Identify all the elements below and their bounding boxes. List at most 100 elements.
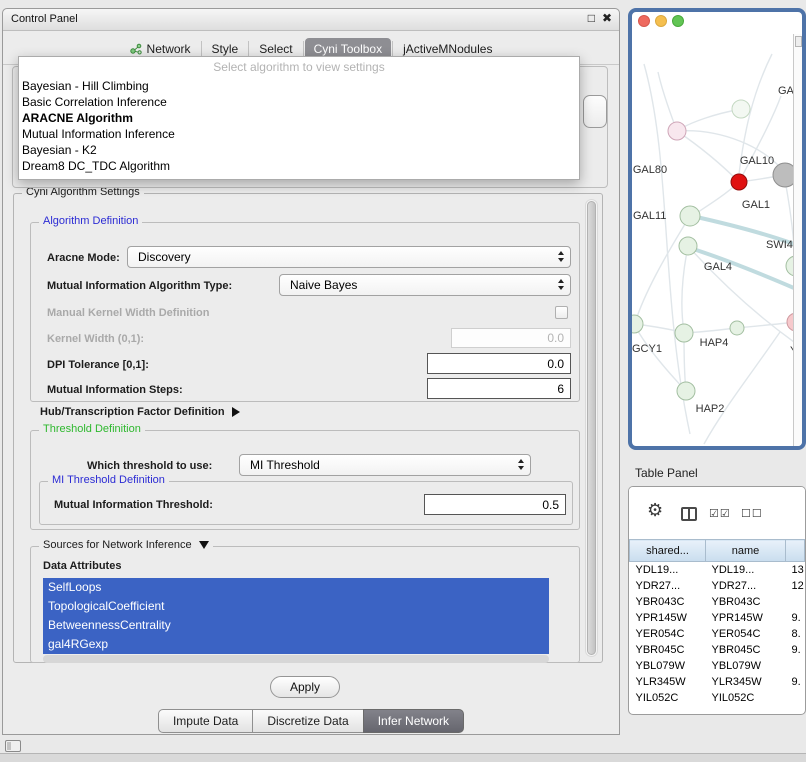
aracne-mode-select[interactable]: Discovery [127,246,571,268]
node-hap4[interactable] [675,324,693,342]
table-cell: YBR043C [630,594,706,610]
network-canvas[interactable]: GALGAL80GAL10GAL1GAL11SWI4GAL4GCY1HAP4HA… [632,34,794,448]
node-gal10[interactable] [731,174,747,190]
table-row[interactable]: YPR145WYPR145W9. [630,610,805,626]
table-cell: YIL052C [706,690,786,706]
float-window-icon[interactable]: □ [588,11,595,25]
gear-icon[interactable]: ⚙ [647,500,663,521]
close-traffic-light-icon[interactable] [638,15,650,27]
table-row[interactable]: YBR045CYBR045C9. [630,642,805,658]
close-icon[interactable]: ✖ [602,11,612,25]
node-pale-top[interactable] [732,100,750,118]
show-panel-icon[interactable] [5,740,21,752]
aracne-mode-label: Aracne Mode: [47,252,120,264]
mi-steps-field[interactable] [427,378,571,399]
data-attribute-item[interactable]: SelfLoops [43,578,549,597]
table-cell: YBL079W [706,658,786,674]
sources-title-label: Sources for Network Inference [43,539,192,551]
minimize-traffic-light-icon[interactable] [655,15,667,27]
sources-section-toggle[interactable]: Sources for Network Inference [39,539,213,551]
node-label-gcy1: GCY1 [632,343,662,355]
node-gal11[interactable] [680,206,700,226]
table-cell: 12 [786,578,805,594]
table-cell: YBR045C [630,642,706,658]
partially-covered-button[interactable] [583,95,607,128]
network-scrollbar[interactable] [793,34,802,446]
table-cell: YER054C [630,626,706,642]
attributes-hscrollbar[interactable] [43,655,549,663]
window-title: Control Panel [11,13,78,25]
column-header[interactable]: shared... [630,540,706,562]
manual-kernel-checkbox[interactable] [555,306,568,319]
hub-section-toggle[interactable]: Hub/Transcription Factor Definition [40,406,240,418]
node-label-gal: GAL [778,85,794,97]
table-cell: YPR145W [706,610,786,626]
select-all-icon[interactable]: ☑☑ [709,507,731,520]
data-attribute-item[interactable]: TopologicalCoefficient [43,597,549,616]
column-header[interactable]: name [706,540,786,562]
status-strip [0,753,806,762]
node-label-hap2: HAP2 [696,403,725,415]
table-row[interactable]: YER054CYER054C8. [630,626,805,642]
node-mid[interactable] [730,321,744,335]
table-row[interactable]: YBR043CYBR043C [630,594,805,610]
which-threshold-select[interactable]: MI Threshold [239,454,531,476]
apply-button[interactable]: Apply [270,676,340,698]
dpi-tolerance-field[interactable] [427,353,571,374]
mi-threshold-label: Mutual Information Threshold: [54,499,213,511]
mi-type-select[interactable]: Naive Bayes [279,274,571,296]
node-left-edge[interactable] [632,315,643,333]
algorithm-option-bayesian-hill-climbing[interactable]: Bayesian - Hill Climbing [19,78,579,94]
zoom-traffic-light-icon[interactable] [672,15,684,27]
node-gray-hub[interactable] [773,163,794,187]
network-tab-icon [130,43,142,55]
mi-type-label: Mutual Information Algorithm Type: [47,280,232,292]
table-cell: YLR345W [706,674,786,690]
table-cell: 9. [786,674,805,690]
bottom-tab-group: Impute DataDiscretize DataInfer Network [3,709,619,733]
node-attribute-table: shared...name YDL19...YDL19...13YDR27...… [629,539,805,706]
algorithm-option-mutual-information-inference[interactable]: Mutual Information Inference [19,126,579,142]
bottom-tab-infer-network[interactable]: Infer Network [363,709,464,733]
threshold-definition-group: Threshold Definition Which threshold to … [30,430,580,530]
table-cell: YDR27... [630,578,706,594]
table-row[interactable]: YDR27...YDR27...12 [630,578,805,594]
tab-separator [303,41,304,56]
hub-section-label: Hub/Transcription Factor Definition [40,406,225,418]
mi-threshold-field[interactable] [424,494,566,515]
table-row[interactable]: YLR345WYLR345W9. [630,674,805,690]
table-cell: YBR043C [706,594,786,610]
column-header[interactable] [786,540,805,562]
algorithm-option-dream8-dc-tdc-algorithm[interactable]: Dream8 DC_TDC Algorithm [19,158,579,174]
tab-label: jActiveMNodules [403,42,492,56]
mi-steps-label: Mutual Information Steps: [47,384,183,396]
columns-icon[interactable] [681,507,697,521]
deselect-all-icon[interactable]: ☐☐ [741,507,763,520]
algorithm-option-bayesian-k2[interactable]: Bayesian - K2 [19,142,579,158]
algorithm-option-aracne-algorithm[interactable]: ARACNE Algorithm [19,110,579,126]
table-row[interactable]: YIL052CYIL052C [630,690,805,706]
kernel-width-field[interactable] [451,328,571,348]
table-row[interactable]: YBL079WYBL079W [630,658,805,674]
table-header-row: shared...name [630,540,805,562]
tab-label: Select [259,42,292,56]
node-gal4[interactable] [679,237,697,255]
table-row[interactable]: YDL19...YDL19...13 [630,562,805,579]
tab-label: Network [147,42,191,56]
settings-scrollbar[interactable] [585,199,598,657]
bottom-tab-impute-data[interactable]: Impute Data [158,709,253,733]
data-attribute-item[interactable]: BetweennessCentrality [43,616,549,635]
bottom-tab-discretize-data[interactable]: Discretize Data [252,709,363,733]
node-hap2[interactable] [677,382,695,400]
table-cell [786,594,805,610]
algorithm-dropdown-popup: Select algorithm to view settings Bayesi… [18,56,580,180]
mi-type-value: Naive Bayes [290,278,357,292]
algorithm-option-basic-correlation-inference[interactable]: Basic Correlation Inference [19,94,579,110]
combo-arrows-icon [558,251,564,262]
node-pink-left[interactable] [668,122,686,140]
window-traffic-lights [638,15,684,27]
data-attributes-list: SelfLoopsTopologicalCoefficientBetweenne… [43,578,549,654]
table-cell: YDL19... [630,562,706,579]
node-label-gal4: GAL4 [704,261,732,273]
data-attribute-item[interactable]: gal4RGexp [43,635,549,654]
